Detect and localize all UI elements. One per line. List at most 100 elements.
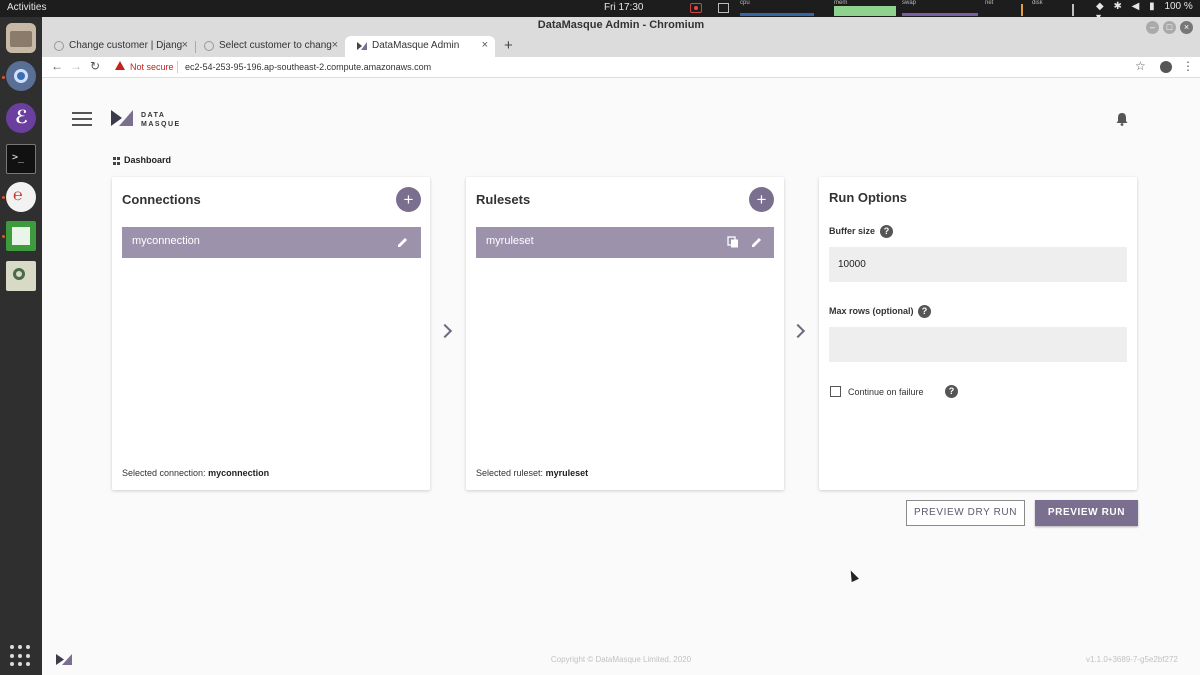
breadcrumb[interactable]: Dashboard [113, 155, 171, 165]
notifications-bell-icon[interactable] [1116, 112, 1128, 126]
copyright-text: Copyright © DataMasque Limited, 2020 [550, 655, 692, 664]
address-separator [177, 61, 178, 73]
system-top-bar: Activities Fri 17:30 cpu mem swap net di… [0, 0, 1200, 23]
max-rows-label: Max rows (optional) [829, 306, 914, 316]
close-tab-icon[interactable]: × [182, 39, 188, 51]
tab-label: Select customer to chang [219, 40, 332, 51]
volume-icon[interactable]: ◀ [1132, 1, 1140, 12]
mem-monitor: mem [834, 0, 896, 16]
selected-connection-value: myconnection [208, 468, 270, 478]
browser-tab[interactable]: Change customer | Djang × [42, 36, 195, 57]
new-tab-button[interactable]: + [504, 37, 513, 54]
run-options-title: Run Options [829, 190, 907, 205]
activities-button[interactable]: Activities [7, 2, 46, 13]
close-tab-icon[interactable]: × [482, 39, 488, 51]
connections-title: Connections [122, 192, 201, 207]
rulesets-title: Rulesets [476, 192, 531, 207]
rulesets-card: Rulesets + myruleset Selected ruleset: m… [466, 177, 784, 490]
edit-pencil-icon[interactable] [751, 236, 763, 248]
browser-toolbar: ← → ↻ Not secure ec2-54-253-95-196.ap-so… [42, 57, 1200, 78]
cpu-monitor: cpu [740, 0, 814, 16]
continue-on-failure-label[interactable]: Continue on failure [848, 387, 924, 397]
selected-ruleset: Selected ruleset: myruleset [476, 468, 588, 478]
app-content: DATA MASQUE Dashboard Connections + myco… [42, 78, 1200, 675]
warning-icon[interactable] [115, 61, 125, 70]
battery-percent[interactable]: 100 % [1164, 1, 1192, 12]
close-window-button[interactable]: × [1180, 21, 1193, 34]
minimize-button[interactable]: – [1146, 21, 1159, 34]
selected-ruleset-label: Selected ruleset: [476, 468, 544, 478]
browser-tab-active[interactable]: DataMasque Admin × [345, 36, 495, 57]
logo-wordmark: DATA MASQUE [141, 111, 181, 129]
emacs-icon[interactable]: ℰ [6, 103, 36, 133]
logo-line-1: DATA [141, 112, 166, 119]
tab-label: DataMasque Admin [372, 40, 460, 51]
running-indicator [2, 76, 5, 79]
buffer-size-label: Buffer size [829, 226, 876, 236]
chevron-right-icon [790, 323, 806, 339]
bookmark-star-icon[interactable]: ☆ [1135, 59, 1146, 73]
datamasque-logo[interactable]: DATA MASQUE [111, 109, 179, 132]
running-indicator [2, 235, 5, 238]
document-viewer-icon[interactable] [6, 261, 36, 291]
battery-icon[interactable]: ▮ [1149, 1, 1155, 12]
hamburger-menu-icon[interactable] [72, 112, 92, 126]
connections-card: Connections + myconnection Selected conn… [112, 177, 430, 490]
terminal-icon[interactable]: >_ [6, 144, 36, 174]
selected-ruleset-value: myruleset [545, 468, 589, 478]
mouse-cursor [847, 568, 859, 583]
help-icon[interactable]: ? [880, 225, 893, 238]
browser-tab[interactable]: Select customer to chang × [192, 36, 345, 57]
screen-record-icon[interactable] [690, 3, 702, 13]
version-text: v1.1.0+3689-7-g5e2bf272 [1086, 655, 1178, 664]
continue-on-failure-checkbox[interactable] [830, 386, 841, 397]
copy-icon[interactable] [727, 236, 739, 248]
security-indicator[interactable]: Not secure [130, 62, 174, 72]
address-input[interactable]: ec2-54-253-95-196.ap-southeast-2.compute… [185, 62, 431, 72]
net-monitor: net [985, 0, 1027, 16]
globe-icon [204, 41, 214, 51]
back-arrow-icon[interactable]: ← [51, 59, 63, 73]
evince-icon[interactable]: ℮ [6, 182, 36, 212]
browser-tab-bar: DataMasque Admin - Chromium – □ × Change… [42, 17, 1200, 57]
edit-pencil-icon[interactable] [397, 236, 409, 248]
preview-dry-run-button[interactable]: PREVIEW DRY RUN [906, 500, 1025, 526]
wifi-icon[interactable]: ◆ [1096, 1, 1104, 12]
add-connection-button[interactable]: + [396, 187, 421, 212]
max-rows-input[interactable] [829, 327, 1127, 362]
add-ruleset-button[interactable]: + [749, 187, 774, 212]
chevron-right-icon [437, 323, 453, 339]
browser-menu-icon[interactable]: ⋮ [1182, 59, 1194, 73]
running-indicator [2, 196, 5, 199]
buffer-size-input[interactable] [829, 247, 1127, 282]
disk-monitor: disk [1032, 0, 1076, 16]
selected-connection-label: Selected connection: [122, 468, 206, 478]
breadcrumb-dashboard[interactable]: Dashboard [124, 155, 171, 165]
workspace-icon[interactable] [718, 3, 729, 13]
show-applications-icon[interactable] [10, 645, 32, 667]
swap-monitor: swap [902, 0, 978, 16]
help-icon[interactable]: ? [945, 385, 958, 398]
dock: ℰ >_ ℮ [0, 17, 42, 675]
maximize-button[interactable]: □ [1163, 21, 1176, 34]
connection-list-item[interactable]: myconnection [122, 227, 421, 258]
close-tab-icon[interactable]: × [332, 39, 338, 51]
help-icon[interactable]: ? [918, 305, 931, 318]
reload-icon[interactable]: ↻ [90, 59, 100, 73]
globe-icon [54, 41, 64, 51]
forward-arrow-icon[interactable]: → [70, 59, 82, 73]
ruleset-name: myruleset [486, 235, 534, 247]
datamasque-logo-icon [111, 110, 133, 126]
bluetooth-icon[interactable]: ✱ [1113, 1, 1121, 12]
tab-label: Change customer | Djang [69, 40, 183, 51]
ruleset-list-item[interactable]: myruleset [476, 227, 774, 258]
files-icon[interactable] [6, 23, 36, 53]
logo-line-2: MASQUE [141, 121, 181, 128]
datamasque-favicon-icon [357, 41, 367, 51]
preview-run-button[interactable]: PREVIEW RUN [1035, 500, 1138, 526]
profile-avatar-icon[interactable] [1160, 61, 1172, 73]
chromium-icon[interactable] [6, 61, 36, 91]
system-clock[interactable]: Fri 17:30 [604, 2, 643, 13]
spreadsheet-icon[interactable] [6, 221, 36, 251]
window-title: DataMasque Admin - Chromium [537, 19, 705, 31]
